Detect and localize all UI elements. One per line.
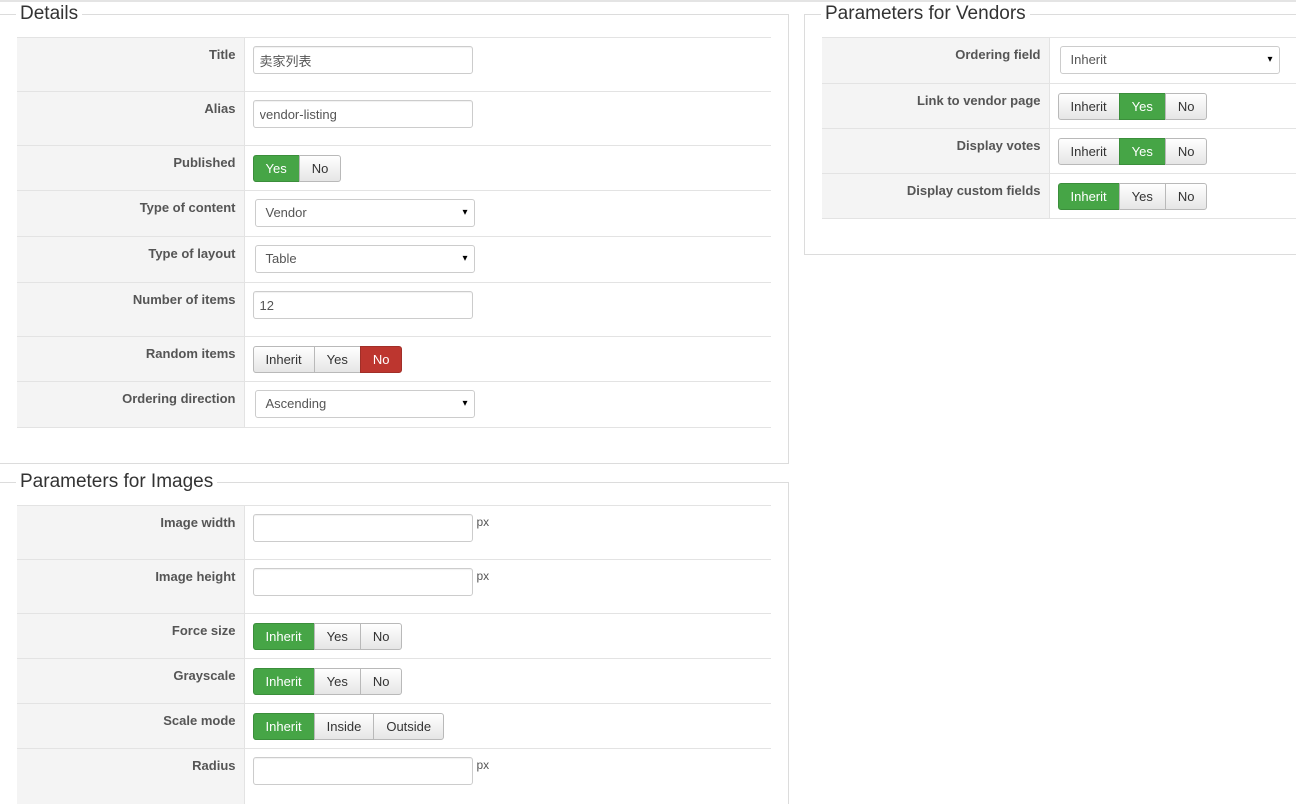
image-height-unit: px [476, 569, 490, 583]
force-size-label: Force size [17, 613, 245, 659]
title-input[interactable] [252, 46, 473, 74]
image-width-unit: px [476, 515, 490, 529]
ordering-direction-label: Ordering direction [17, 381, 245, 428]
radius-unit: px [476, 758, 490, 772]
scale-mode-label: Scale mode [17, 703, 245, 749]
link-vendor-toggle: Inherit Yes No [1057, 93, 1208, 120]
chevron-down-icon: ▾ [1267, 54, 1273, 65]
chevron-down-icon: ▾ [462, 207, 468, 218]
link-yes-button[interactable]: Yes [1118, 93, 1166, 120]
votes-inherit-button[interactable]: Inherit [1057, 138, 1120, 165]
custom-fields-no-button[interactable]: No [1164, 183, 1208, 210]
type-content-value: Vendor [265, 205, 307, 220]
custom-fields-yes-button[interactable]: Yes [1118, 183, 1166, 210]
force-size-toggle: Inherit Yes No [252, 623, 403, 650]
title-label: Title [17, 37, 245, 92]
details-form: Title Alias Published Yes No Type of con… [17, 37, 771, 428]
vendors-fieldset: Parameters for Vendors Ordering field In… [804, 3, 1296, 255]
chevron-down-icon: ▾ [462, 253, 468, 264]
details-legend: Details [16, 3, 83, 25]
force-size-inherit-button[interactable]: Inherit [252, 623, 315, 650]
radius-input[interactable] [252, 757, 473, 785]
ordering-direction-value: Ascending [265, 396, 327, 411]
chevron-down-icon: ▾ [462, 398, 468, 409]
image-width-label: Image width [17, 505, 245, 560]
grayscale-no-button[interactable]: No [359, 668, 403, 695]
number-items-label: Number of items [17, 282, 245, 337]
image-height-input[interactable] [252, 568, 473, 596]
details-fieldset: Details Title Alias Published Yes No Typ… [0, 3, 789, 464]
link-inherit-button[interactable]: Inherit [1057, 93, 1120, 120]
grayscale-label: Grayscale [17, 658, 245, 704]
grayscale-yes-button[interactable]: Yes [313, 668, 361, 695]
vendors-form: Ordering field Inherit ▾ Link to vendor p… [822, 37, 1296, 219]
ordering-field-select[interactable]: Inherit ▾ [1059, 46, 1280, 74]
custom-fields-toggle: Inherit Yes No [1057, 183, 1208, 210]
link-no-button[interactable]: No [1164, 93, 1208, 120]
alias-input[interactable] [252, 100, 473, 128]
image-height-label: Image height [17, 559, 245, 614]
vendors-legend: Parameters for Vendors [821, 3, 1030, 25]
display-votes-label: Display votes [822, 128, 1050, 174]
type-layout-select[interactable]: Table ▾ [254, 245, 475, 273]
display-votes-toggle: Inherit Yes No [1057, 138, 1208, 165]
image-width-input[interactable] [252, 514, 473, 542]
scale-mode-inherit-button[interactable]: Inherit [252, 713, 315, 740]
force-size-no-button[interactable]: No [359, 623, 403, 650]
scale-mode-outside-button[interactable]: Outside [373, 713, 445, 740]
grayscale-inherit-button[interactable]: Inherit [252, 668, 315, 695]
ordering-direction-select[interactable]: Ascending ▾ [254, 390, 475, 418]
votes-no-button[interactable]: No [1164, 138, 1208, 165]
custom-fields-inherit-button[interactable]: Inherit [1057, 183, 1120, 210]
number-items-input[interactable] [252, 291, 473, 319]
published-label: Published [17, 145, 245, 191]
type-layout-label: Type of layout [17, 236, 245, 283]
custom-fields-label: Display custom fields [822, 173, 1050, 219]
type-content-select[interactable]: Vendor ▾ [254, 199, 475, 227]
force-size-yes-button[interactable]: Yes [313, 623, 361, 650]
scale-mode-toggle: Inherit Inside Outside [252, 713, 445, 740]
type-layout-value: Table [265, 251, 297, 266]
random-no-button[interactable]: No [359, 346, 403, 373]
published-yes-button[interactable]: Yes [252, 155, 300, 182]
radius-label: Radius [17, 748, 245, 804]
published-toggle: Yes No [252, 155, 342, 182]
random-yes-button[interactable]: Yes [313, 346, 361, 373]
images-legend: Parameters for Images [16, 471, 218, 493]
random-inherit-button[interactable]: Inherit [252, 346, 315, 373]
link-vendor-label: Link to vendor page [822, 83, 1050, 129]
alias-label: Alias [17, 91, 245, 146]
random-items-toggle: Inherit Yes No [252, 346, 403, 373]
images-fieldset: Parameters for Images Image width px Ima… [0, 471, 789, 804]
images-form: Image width px Image height px Force siz… [17, 505, 771, 804]
random-items-label: Random items [17, 336, 245, 382]
published-no-button[interactable]: No [298, 155, 342, 182]
ordering-field-label: Ordering field [822, 37, 1050, 84]
votes-yes-button[interactable]: Yes [1118, 138, 1166, 165]
scale-mode-inside-button[interactable]: Inside [313, 713, 375, 740]
ordering-field-value: Inherit [1070, 52, 1107, 67]
grayscale-toggle: Inherit Yes No [252, 668, 403, 695]
top-divider [0, 0, 1296, 2]
type-content-label: Type of content [17, 190, 245, 237]
